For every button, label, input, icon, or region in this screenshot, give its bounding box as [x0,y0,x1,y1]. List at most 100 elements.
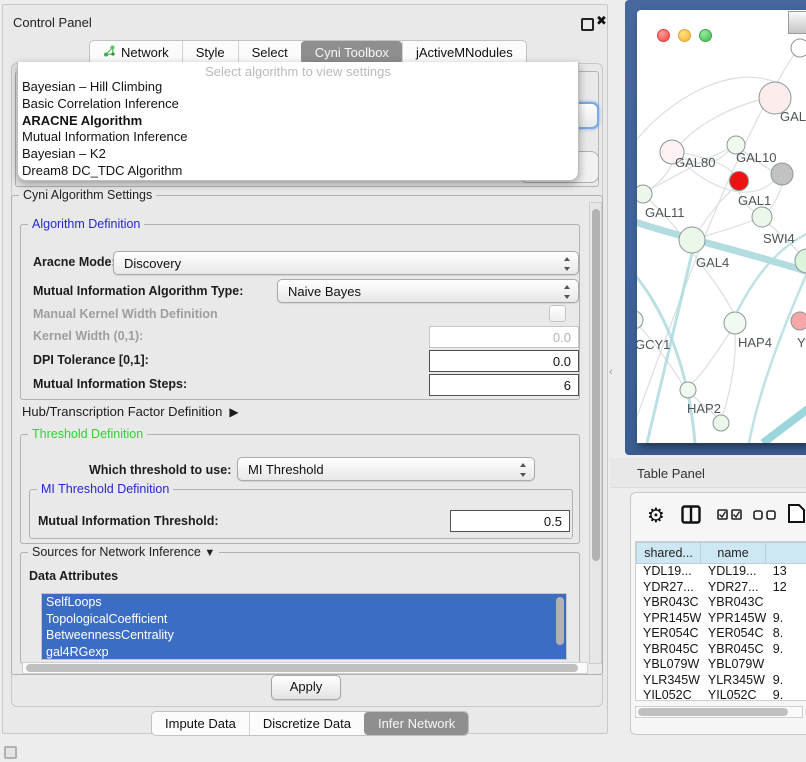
dropdown-prompt: Select algorithm to view settings [18,62,578,79]
close-icon[interactable]: ✖ [596,13,607,29]
which-threshold-select[interactable]: MI Threshold [237,457,535,481]
node-table[interactable]: shared...name YDL19...YDL19...13YDR27...… [635,541,806,701]
dropdown-item-mutual-information-inference[interactable]: Mutual Information Inference [18,129,578,146]
network-node-hap4[interactable] [724,312,746,334]
mi-threshold-label: Mutual Information Threshold: [38,514,219,528]
bottom-tab-discretize-data[interactable]: Discretize Data [249,712,364,735]
attribute-list-scrollbar[interactable] [554,594,566,659]
tab-jactivemnodules[interactable]: jActiveMNodules [402,41,526,64]
float-window-icon[interactable] [581,18,594,31]
mi-algorithm-type-select[interactable]: Naive Bayes [277,279,579,303]
table-row[interactable]: YDL19...YDL19...13 [636,564,806,580]
table-row[interactable]: YBR043CYBR043C [636,595,806,611]
chevron-right-icon: ▶ [226,405,239,419]
gear-icon[interactable]: ⚙ [647,503,665,527]
unchecked-boxes-icon[interactable] [753,510,777,520]
table-row[interactable]: YDR27...YDR27...12 [636,580,806,596]
bottom-tab-infer-network[interactable]: Infer Network [364,712,468,735]
apply-button[interactable]: Apply [271,675,341,700]
tab-select[interactable]: Select [238,41,301,64]
dropdown-item-dream8-dc-tdc-algorithm[interactable]: Dream8 DC_TDC Algorithm [18,163,578,180]
hub-definition-label: Hub/Transcription Factor Definition [22,404,222,419]
table-cell: 9. [766,688,806,699]
sources-group: Sources for Network Inference ▼ Data Att… [20,552,580,664]
table-row[interactable]: YBL079WYBL079W [636,657,806,673]
data-attributes-list[interactable]: SelfLoopsTopologicalCoefficientBetweenne… [41,593,567,660]
node-label-gal1: GAL1 [738,193,771,208]
network-node-gcy1[interactable] [637,311,643,329]
attribute-item-topologicalcoefficient[interactable]: TopologicalCoefficient [42,611,566,628]
docked-panel-icon[interactable] [4,746,17,759]
dropdown-item-bayesian-hill-climbing[interactable]: Bayesian – Hill Climbing [18,79,578,96]
tab-label: jActiveMNodules [416,45,513,60]
aracne-mode-value: Discovery [124,256,181,271]
tab-label: Discretize Data [263,716,351,731]
threshold-definition-group: Threshold Definition Which threshold to … [20,434,580,544]
stepper-arrows-icon [518,463,527,477]
table-row[interactable]: YER054CYER054C8. [636,626,806,642]
attribute-item-betweennesscentrality[interactable]: BetweennessCentrality [42,627,566,644]
table-cell: YBR045C [636,642,701,658]
node-label-y: Y [797,335,806,350]
node-label-gcy1: GCY1 [637,337,670,352]
column-header-name[interactable]: name [701,542,766,564]
table-horizontal-scrollbar[interactable] [635,706,803,718]
network-node-unlabeled[interactable] [713,415,729,431]
application-window: Control Panel ✖ NetworkStyleSelectCyni T… [0,0,806,762]
dpi-tolerance-label: DPI Tolerance [0,1]: [33,353,149,367]
network-node-hap2[interactable] [680,382,696,398]
tab-label: Cyni Toolbox [315,45,389,60]
network-node-swi4[interactable] [752,207,772,227]
algorithm-definition-title: Algorithm Definition [28,217,144,231]
table-row[interactable]: YPR145WYPR145W9. [636,611,806,627]
column-header-2[interactable] [766,542,806,564]
network-node-gal1[interactable] [730,172,749,191]
network-canvas[interactable]: GALGAL80GAL10GAL1SWI4GAL11GAL4HAP4YGCY1H… [637,10,806,443]
network-node-y[interactable] [791,312,806,330]
mi-steps-field[interactable] [429,374,579,396]
table-row[interactable]: YLR345WYLR345W9. [636,673,806,689]
network-node-unlabeled[interactable] [771,163,793,185]
stepper-arrows-icon [562,257,571,271]
tab-label: Impute Data [165,716,236,731]
table-panel-window: ⚙ shared...name YDL19...YDL19...13YDR27. [630,492,806,735]
table-cell: 8. [766,626,806,642]
network-node-unlabeled[interactable] [791,39,806,57]
attribute-item-gal4rgexp[interactable]: gal4RGexp [42,644,566,661]
aracne-mode-select[interactable]: Discovery [113,251,579,275]
manual-kernel-checkbox[interactable] [549,305,566,322]
node-label-gal80: GAL80 [675,155,715,170]
dropdown-item-bayesian-k2[interactable]: Bayesian – K2 [18,146,578,163]
column-header-shared[interactable]: shared... [636,542,701,564]
sources-group-title[interactable]: Sources for Network Inference ▼ [28,545,219,559]
tab-style[interactable]: Style [182,41,238,64]
table-cell: YIL052C [636,688,701,699]
file-icon[interactable] [787,503,806,524]
tab-cyni-toolbox[interactable]: Cyni Toolbox [301,41,402,64]
dropdown-item-basic-correlation-inference[interactable]: Basic Correlation Inference [18,96,578,113]
network-node-gal11[interactable] [637,185,652,203]
settings-horizontal-scrollbar[interactable] [22,662,588,674]
bottom-tab-impute-data[interactable]: Impute Data [152,712,249,735]
attribute-item-selfloops[interactable]: SelfLoops [42,594,566,611]
split-columns-icon[interactable] [681,505,701,524]
table-cell: YDL19... [701,564,766,580]
settings-vertical-scrollbar[interactable] [589,202,602,664]
mi-type-value: Naive Bayes [288,284,361,299]
hub-definition-toggle[interactable]: Hub/Transcription Factor Definition ▶ [22,404,239,419]
tab-label: Network [121,45,169,60]
network-window[interactable]: GALGAL80GAL10GAL1SWI4GAL11GAL4HAP4YGCY1H… [637,10,806,443]
dropdown-item-aracne-algorithm[interactable]: ARACNE Algorithm [18,113,578,130]
table-cell: 13 [766,564,806,580]
checked-boxes-icon[interactable] [717,509,743,520]
mi-threshold-field[interactable] [450,510,570,532]
tab-network[interactable]: Network [90,41,182,64]
table-row[interactable]: YIL052CYIL052C9. [636,688,806,699]
kernel-width-field[interactable] [429,326,579,348]
table-cell: 9. [766,642,806,658]
table-cell: 9. [766,673,806,689]
table-row[interactable]: YBR045CYBR045C9. [636,642,806,658]
dpi-tolerance-field[interactable] [429,350,579,372]
network-node-gal4[interactable] [679,227,705,253]
panel-resize-grip[interactable]: ‹ [609,366,613,378]
